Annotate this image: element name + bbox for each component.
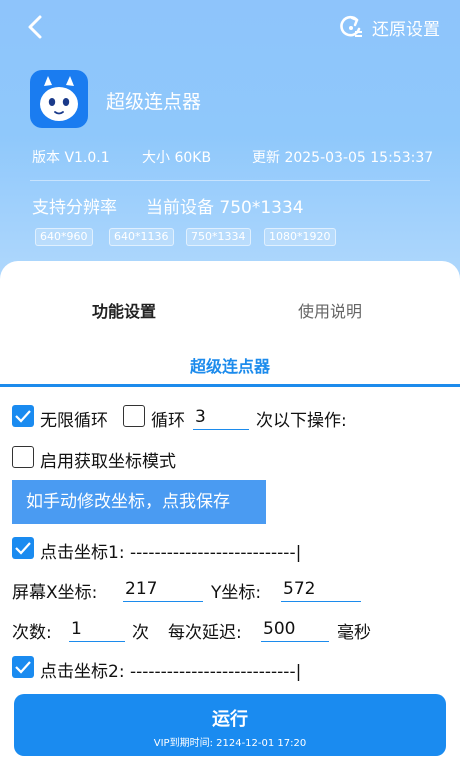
check-icon — [15, 410, 31, 423]
click1-checkbox[interactable] — [12, 537, 34, 559]
coord-mode-checkbox[interactable] — [12, 446, 34, 468]
current-device: 当前设备 750*1334 — [146, 198, 304, 218]
section-title: 超级连点器 — [189, 357, 270, 376]
delay-unit: 毫秒 — [337, 623, 371, 643]
coord-mode-label: 启用获取坐标模式 — [40, 452, 176, 472]
y-coord-label: Y坐标: — [211, 583, 262, 603]
infinite-loop-checkbox[interactable] — [12, 405, 34, 427]
run-button[interactable]: 运行 VIP到期时间: 2124-12-01 17:20 — [14, 694, 446, 756]
infinite-loop-label: 无限循环 — [40, 411, 108, 431]
resolution-chip: 640*960 — [35, 228, 93, 246]
loop-suffix: 次以下操作: — [256, 411, 347, 431]
resolution-label: 支持分辨率 — [32, 198, 117, 218]
loop-count-input[interactable]: 3 — [193, 404, 249, 430]
tab-instructions[interactable]: 使用说明 — [298, 298, 362, 322]
back-icon[interactable] — [22, 12, 52, 42]
click2-checkbox[interactable] — [12, 656, 34, 678]
app-version: 版本 V1.0.1 — [32, 150, 110, 166]
save-coords-button[interactable]: 如手动修改坐标，点我保存 — [12, 480, 266, 524]
run-label: 运行 — [212, 709, 248, 730]
header-divider — [30, 180, 430, 181]
count-unit: 次 — [132, 623, 149, 643]
count-label: 次数: — [12, 623, 52, 643]
resolution-chip: 750*1334 — [186, 228, 251, 246]
app-logo — [30, 70, 88, 128]
resolution-chip: 1080*1920 — [264, 228, 336, 246]
app-title: 超级连点器 — [106, 91, 202, 113]
loop-checkbox[interactable] — [123, 405, 145, 427]
section-divider — [0, 384, 460, 387]
tab-function-settings[interactable]: 功能设置 — [92, 298, 156, 322]
app-size: 大小 60KB — [142, 150, 212, 166]
restore-settings-button[interactable]: 还原设置 — [338, 14, 440, 40]
count-input[interactable]: 1 — [69, 616, 125, 642]
restore-settings-label: 还原设置 — [372, 19, 440, 40]
reset-icon — [340, 15, 362, 37]
delay-input[interactable]: 500 — [261, 616, 329, 642]
x-coord-label: 屏幕X坐标: — [12, 583, 98, 603]
vip-expiry: VIP到期时间: 2124-12-01 17:20 — [153, 738, 307, 749]
click2-label: 点击坐标2: ---------------------------| — [40, 662, 302, 682]
click1-label: 点击坐标1: ---------------------------| — [40, 543, 302, 563]
y-coord-input[interactable]: 572 — [281, 576, 361, 602]
loop-label: 循环 — [151, 411, 185, 431]
app-updated: 更新 2025-03-05 15:53:37 — [252, 150, 434, 166]
check-icon — [15, 542, 31, 555]
check-icon — [15, 661, 31, 674]
x-coord-input[interactable]: 217 — [123, 576, 203, 602]
resolution-chip: 640*1136 — [109, 228, 174, 246]
delay-label: 每次延迟: — [168, 623, 242, 643]
